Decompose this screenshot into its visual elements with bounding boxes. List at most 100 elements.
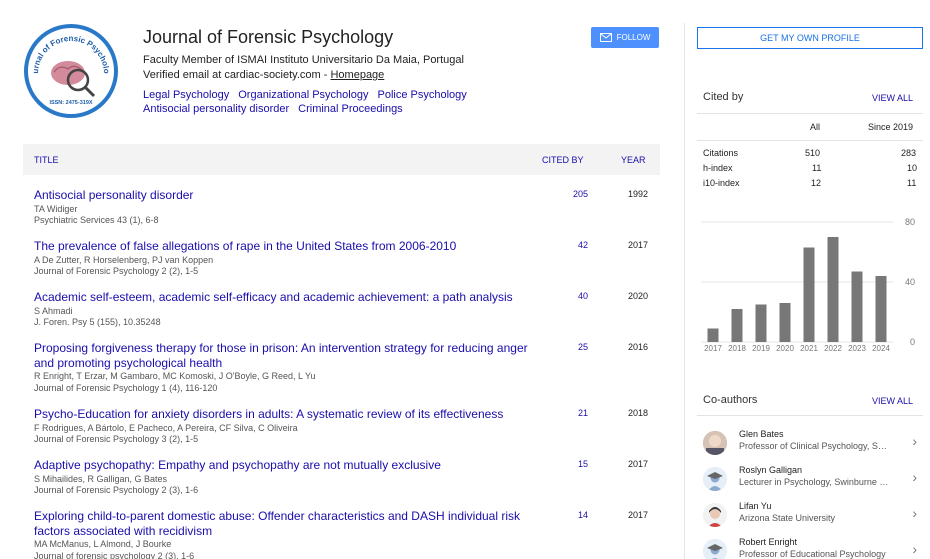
citation-bar-2019[interactable] bbox=[755, 304, 767, 343]
article-title-link[interactable]: Proposing forgiveness therapy for those … bbox=[34, 341, 534, 371]
stat-label: i10-index bbox=[703, 178, 740, 188]
envelope-icon bbox=[599, 33, 612, 42]
stats-divider bbox=[697, 140, 923, 141]
get-my-own-profile-button[interactable]: GET MY OWN PROFILE bbox=[697, 27, 923, 49]
coauthors-heading: Co-authors bbox=[703, 394, 758, 406]
y-tick-label: 0 bbox=[910, 337, 915, 347]
coauthor-item[interactable]: Lifan Yu Arizona State University › bbox=[697, 501, 923, 535]
x-tick-label: 2022 bbox=[824, 344, 842, 353]
article-journal: Journal of forensic psychology 2 (3), 1-… bbox=[34, 551, 195, 559]
article-journal: Journal of Forensic Psychology 2 (3), 1-… bbox=[34, 485, 199, 495]
cited-by-count[interactable]: 205 bbox=[573, 189, 588, 199]
article-authors: TA Widiger bbox=[34, 204, 78, 214]
coauthor-name: Glen Bates bbox=[739, 429, 784, 439]
article-year: 2017 bbox=[627, 459, 648, 469]
article-year: 1992 bbox=[627, 189, 648, 199]
sort-title[interactable]: TITLE bbox=[34, 155, 59, 165]
article-year: 2016 bbox=[627, 342, 648, 352]
journal-logo: Journal of Forensic Psychology ISSN: 247… bbox=[24, 24, 118, 118]
chevron-right-icon: › bbox=[912, 505, 917, 521]
article-year: 2017 bbox=[627, 510, 648, 520]
article-authors: A De Zutter, R Horselenberg, PJ van Kopp… bbox=[34, 255, 214, 265]
stat-since: 283 bbox=[901, 148, 917, 158]
email-text: Verified email at cardiac-society.com - bbox=[143, 69, 331, 81]
cited-by-count[interactable]: 42 bbox=[578, 240, 588, 250]
interest-link[interactable]: Criminal Proceedings bbox=[298, 103, 403, 115]
research-interests: Legal Psychology Organizational Psycholog… bbox=[143, 88, 513, 116]
y-tick-label: 80 bbox=[905, 217, 915, 227]
cited-by-count[interactable]: 14 bbox=[578, 510, 588, 520]
citation-bar-2021[interactable] bbox=[803, 247, 815, 343]
sort-year[interactable]: YEAR bbox=[621, 155, 646, 165]
interest-link[interactable]: Police Psychology bbox=[377, 89, 466, 101]
follow-button[interactable]: FOLLOW bbox=[591, 27, 659, 48]
cited-by-count[interactable]: 40 bbox=[578, 291, 588, 301]
stat-label: Citations bbox=[703, 148, 739, 158]
chevron-right-icon: › bbox=[912, 541, 917, 557]
article-title-link[interactable]: Antisocial personality disorder bbox=[34, 188, 534, 203]
avatar bbox=[703, 431, 727, 455]
article-year: 2017 bbox=[627, 240, 648, 250]
cited-by-count[interactable]: 25 bbox=[578, 342, 588, 352]
article-year: 2018 bbox=[627, 408, 648, 418]
x-tick-label: 2021 bbox=[800, 344, 818, 353]
article-journal: Psychiatric Services 43 (1), 6-8 bbox=[34, 215, 159, 225]
profile-email: Verified email at cardiac-society.com - … bbox=[143, 69, 384, 81]
follow-label: FOLLOW bbox=[616, 33, 651, 42]
cited-by-divider bbox=[697, 113, 923, 114]
stat-all: 11 bbox=[812, 163, 822, 173]
article-title-link[interactable]: Exploring child-to-parent domestic abuse… bbox=[34, 509, 534, 539]
citation-bar-2023[interactable] bbox=[851, 271, 863, 343]
cited-by-count[interactable]: 21 bbox=[578, 408, 588, 418]
interest-link[interactable]: Legal Psychology bbox=[143, 89, 229, 101]
homepage-link[interactable]: Homepage bbox=[330, 69, 384, 81]
profile-affiliation: Faculty Member of ISMAI Instituto Univer… bbox=[143, 54, 464, 66]
cited-by-heading: Cited by bbox=[703, 91, 744, 103]
article-journal: J. Foren. Psy 5 (155), 10.35248 bbox=[34, 317, 161, 327]
stat-all: 12 bbox=[811, 178, 822, 188]
article-authors: MA McManus, L Almond, J Bourke bbox=[34, 539, 172, 549]
citation-bar-2022[interactable] bbox=[827, 237, 839, 342]
articles-table-header: TITLE CITED BY YEAR bbox=[23, 144, 660, 175]
citation-bar-2017[interactable] bbox=[707, 328, 719, 343]
cited-by-count[interactable]: 15 bbox=[578, 459, 588, 469]
article-journal: Journal of Forensic Psychology 1 (4), 11… bbox=[34, 383, 218, 393]
article-journal: Journal of Forensic Psychology 3 (2), 1-… bbox=[34, 434, 199, 444]
interest-link[interactable]: Organizational Psychology bbox=[238, 89, 368, 101]
citation-bar-2024[interactable] bbox=[875, 276, 887, 342]
citation-bar-2020[interactable] bbox=[779, 303, 791, 342]
interest-link[interactable]: Antisocial personality disorder bbox=[143, 103, 289, 115]
x-tick-label: 2020 bbox=[776, 344, 794, 353]
article-year: 2020 bbox=[627, 291, 648, 301]
article-title-link[interactable]: The prevalence of false allegations of r… bbox=[34, 239, 534, 254]
article-title-link[interactable]: Academic self-esteem, academic self-effi… bbox=[34, 290, 534, 305]
article-authors: S Mihailides, R Galligan, G Bates bbox=[34, 474, 168, 484]
x-tick-label: 2023 bbox=[848, 344, 866, 353]
coauthor-item[interactable]: Robert Enright Professor of Educational … bbox=[697, 537, 923, 559]
article-authors: S Ahmadi bbox=[34, 306, 73, 316]
coauthor-name: Lifan Yu bbox=[739, 501, 772, 511]
coauthor-name: Robert Enright bbox=[739, 537, 798, 547]
citation-bar-2018[interactable] bbox=[731, 309, 743, 342]
journal-logo-graphic: Journal of Forensic Psychology ISSN: 247… bbox=[28, 28, 111, 106]
article-authors: R Enright, T Erzar, M Gambaro, MC Komosk… bbox=[34, 371, 316, 381]
cited-by-view-all-link[interactable]: VIEW ALL bbox=[872, 93, 913, 103]
article-title-link[interactable]: Adaptive psychopathy: Empathy and psycho… bbox=[34, 458, 534, 473]
stat-label: h-index bbox=[703, 163, 733, 173]
article-authors: F Rodrigues, A Bártolo, E Pacheco, A Per… bbox=[34, 423, 298, 433]
x-tick-label: 2018 bbox=[728, 344, 746, 353]
coauthor-item[interactable]: Roslyn Galligan Lecturer in Psychology, … bbox=[697, 465, 923, 499]
sort-cited-by[interactable]: CITED BY bbox=[542, 155, 584, 165]
coauthor-item[interactable]: Glen Bates Professor of Clinical Psychol… bbox=[697, 429, 923, 463]
avatar bbox=[703, 467, 727, 491]
coauthors-view-all-link[interactable]: VIEW ALL bbox=[872, 396, 913, 406]
coauthor-desc: Professor of Educational Psychology bbox=[739, 549, 886, 559]
avatar bbox=[703, 503, 727, 527]
article-journal: Journal of Forensic Psychology 2 (2), 1-… bbox=[34, 266, 199, 276]
y-tick-label: 40 bbox=[905, 277, 915, 287]
profile-name: Journal of Forensic Psychology bbox=[143, 27, 394, 47]
stats-header-all: All bbox=[810, 122, 821, 132]
chevron-right-icon: › bbox=[912, 433, 917, 449]
article-title-link[interactable]: Psycho-Education for anxiety disorders i… bbox=[34, 407, 534, 422]
column-divider bbox=[684, 23, 685, 559]
